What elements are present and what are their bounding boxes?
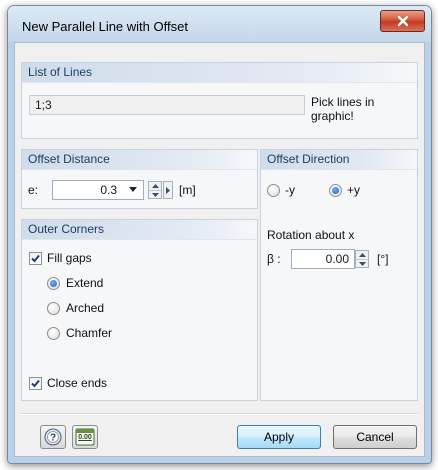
offset-distance-spinner[interactable] bbox=[148, 181, 162, 199]
checkmark-icon bbox=[31, 379, 40, 388]
chevron-down-icon[interactable] bbox=[129, 187, 137, 193]
units-icon-text: 0.00 bbox=[78, 434, 92, 441]
close-button[interactable] bbox=[380, 10, 425, 32]
window-title: New Parallel Line with Offset bbox=[22, 19, 188, 34]
close-ends-checkbox[interactable] bbox=[29, 377, 42, 390]
apply-button[interactable]: Apply bbox=[237, 425, 321, 449]
footer-divider bbox=[21, 413, 418, 415]
spin-up-icon[interactable] bbox=[356, 251, 368, 259]
corner-chamfer-label: Chamfer bbox=[66, 326, 113, 340]
chevron-right-icon bbox=[166, 186, 170, 194]
rotation-beta-label: β : bbox=[267, 252, 281, 266]
units-button[interactable]: 0.00 bbox=[72, 425, 98, 449]
dialog-body: List of Lines 1;3 Pick lines in graphic!… bbox=[14, 42, 425, 457]
corner-arched-label: Arched bbox=[66, 301, 105, 315]
close-icon bbox=[397, 15, 408, 27]
dialog-window: New Parallel Line with Offset List of Li… bbox=[7, 5, 432, 464]
close-ends-label: Close ends bbox=[47, 376, 108, 390]
cancel-button[interactable]: Cancel bbox=[333, 425, 417, 449]
corner-extend-radio[interactable] bbox=[47, 277, 60, 290]
corner-arched-radio[interactable] bbox=[47, 302, 60, 315]
offset-e-label: e: bbox=[28, 183, 39, 197]
offset-distance-unit: [m] bbox=[179, 183, 196, 197]
spin-down-icon[interactable] bbox=[149, 190, 161, 199]
spin-down-icon[interactable] bbox=[356, 259, 368, 268]
offset-distance-group: Offset Distance e: 0.3 [m] bbox=[21, 149, 258, 209]
offset-direction-group: Offset Direction -y +y Rotation about x … bbox=[260, 149, 418, 401]
corner-extend-label: Extend bbox=[66, 276, 104, 290]
outer-corners-group: Outer Corners Fill gaps Extend Arched Ch… bbox=[21, 219, 258, 401]
outer-corners-header: Outer Corners bbox=[22, 220, 257, 240]
rotation-spinner[interactable] bbox=[355, 250, 369, 268]
radio-selected-dot bbox=[332, 187, 339, 194]
offset-distance-header: Offset Distance bbox=[22, 150, 257, 170]
list-of-lines-header: List of Lines bbox=[22, 63, 417, 83]
svg-text:?: ? bbox=[50, 433, 56, 444]
spin-up-icon[interactable] bbox=[149, 182, 161, 190]
lines-list-input[interactable]: 1;3 bbox=[29, 95, 305, 115]
fill-gaps-label: Fill gaps bbox=[47, 251, 92, 265]
pick-lines-hint: Pick lines in graphic! bbox=[311, 95, 375, 123]
radio-selected-dot bbox=[50, 280, 57, 287]
title-bar[interactable]: New Parallel Line with Offset bbox=[8, 6, 431, 42]
rotation-title: Rotation about x bbox=[267, 228, 355, 242]
direction-minus-y-radio[interactable] bbox=[267, 184, 280, 197]
help-button[interactable]: ? bbox=[40, 425, 66, 449]
offset-distance-input[interactable]: 0.3 bbox=[52, 180, 144, 200]
direction-plus-y-label: +y bbox=[347, 183, 361, 197]
direction-plus-y-radio[interactable] bbox=[329, 184, 342, 197]
offset-direction-header: Offset Direction bbox=[261, 150, 417, 170]
rotation-unit: [°] bbox=[377, 252, 389, 266]
checkmark-icon bbox=[31, 254, 40, 263]
list-of-lines-group: List of Lines 1;3 Pick lines in graphic! bbox=[21, 62, 418, 139]
offset-distance-step-button[interactable] bbox=[163, 181, 173, 199]
offset-distance-value: 0.3 bbox=[100, 183, 117, 197]
corner-chamfer-radio[interactable] bbox=[47, 327, 60, 340]
rotation-input[interactable]: 0.00 bbox=[291, 249, 355, 269]
fill-gaps-checkbox[interactable] bbox=[29, 252, 42, 265]
direction-minus-y-label: -y bbox=[285, 183, 295, 197]
help-icon: ? bbox=[44, 428, 62, 446]
